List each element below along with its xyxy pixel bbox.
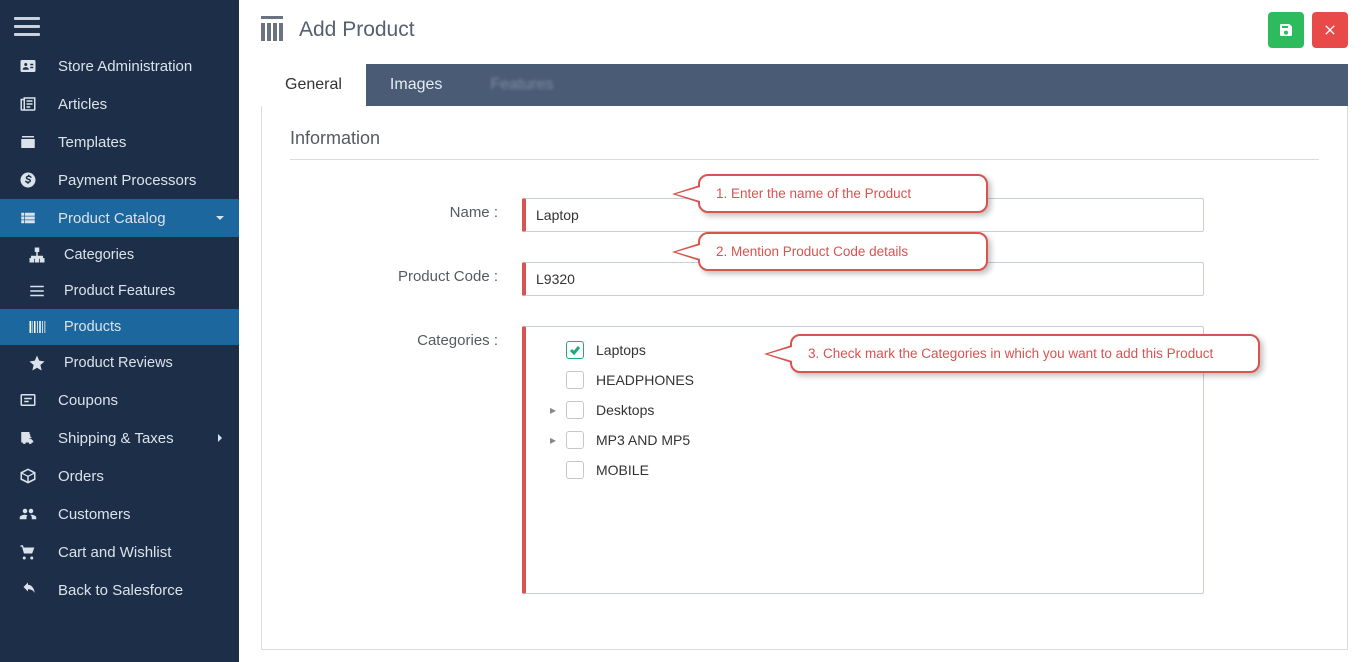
categories-label: Categories : — [290, 326, 522, 349]
sidebar-item-label: Shipping & Taxes — [58, 430, 174, 447]
close-button[interactable] — [1312, 12, 1348, 48]
hamburger-menu[interactable] — [0, 0, 239, 47]
sidebar-item-products[interactable]: Products — [0, 309, 239, 345]
tab-features[interactable]: Features — [466, 64, 577, 106]
sidebar: Store Administration Articles Templates Pay… — [0, 0, 239, 662]
callout-2-text: 2. Mention Product Code details — [716, 244, 908, 259]
page-title: Add Product — [299, 18, 415, 42]
category-checkbox[interactable] — [566, 401, 584, 419]
star-icon — [28, 354, 46, 372]
section-title: Information — [290, 128, 1319, 160]
category-label: MP3 AND MP5 — [596, 432, 690, 448]
sidebar-item-label: Categories — [64, 247, 134, 263]
back-arrow-icon — [18, 580, 38, 600]
category-checkbox[interactable] — [566, 461, 584, 479]
sidebar-item-label: Coupons — [58, 392, 118, 409]
callout-1-text: 1. Enter the name of the Product — [716, 186, 911, 201]
box-icon — [18, 466, 38, 486]
sidebar-item-label: Product Features — [64, 283, 175, 299]
form-content: Information Name : Product Code : Catego… — [261, 106, 1348, 650]
header-actions — [1268, 12, 1348, 48]
sidebar-item-orders[interactable]: Orders — [0, 457, 239, 495]
sidebar-item-label: Cart and Wishlist — [58, 544, 171, 561]
tab-images[interactable]: Images — [366, 64, 466, 106]
category-item: HEADPHONES — [546, 371, 1189, 389]
callout-3: 3. Check mark the Categories in which yo… — [790, 334, 1260, 373]
sidebar-item-label: Customers — [58, 506, 131, 523]
sitemap-icon — [28, 246, 46, 264]
barcode-icon — [261, 19, 289, 41]
sidebar-item-cart-and-wishlist[interactable]: Cart and Wishlist — [0, 533, 239, 571]
callout-2: 2. Mention Product Code details — [698, 232, 988, 271]
sidebar-item-categories[interactable]: Categories — [0, 237, 239, 273]
money-icon — [18, 170, 38, 190]
sidebar-item-label: Products — [64, 319, 121, 335]
callout-3-text: 3. Check mark the Categories in which yo… — [808, 346, 1213, 361]
tab-strip: GeneralImagesFeatures — [261, 64, 1348, 106]
callout-1: 1. Enter the name of the Product — [698, 174, 988, 213]
ticket-icon — [18, 390, 38, 410]
category-item: ▸ MP3 AND MP5 — [546, 431, 1189, 449]
sidebar-item-product-features[interactable]: Product Features — [0, 273, 239, 309]
archive-icon — [18, 132, 38, 152]
sidebar-item-product-catalog[interactable]: Product Catalog — [0, 199, 239, 237]
truck-icon — [18, 428, 38, 448]
category-label: MOBILE — [596, 462, 649, 478]
nav-list: Store Administration Articles Templates Pay… — [0, 47, 239, 609]
sidebar-item-label: Payment Processors — [58, 172, 196, 189]
sidebar-item-articles[interactable]: Articles — [0, 85, 239, 123]
category-item: MOBILE — [546, 461, 1189, 479]
save-button[interactable] — [1268, 12, 1304, 48]
sidebar-item-product-reviews[interactable]: Product Reviews — [0, 345, 239, 381]
newspaper-icon — [18, 94, 38, 114]
sidebar-item-label: Templates — [58, 134, 126, 151]
category-checkbox[interactable] — [566, 341, 584, 359]
chevron-down-icon — [215, 210, 225, 227]
expand-toggle[interactable]: ▸ — [546, 433, 560, 447]
cart-icon — [18, 542, 38, 562]
sidebar-item-label: Articles — [58, 96, 107, 113]
tab-general[interactable]: General — [261, 64, 366, 106]
category-checkbox[interactable] — [566, 371, 584, 389]
chevron-right-icon — [215, 430, 225, 447]
sidebar-item-customers[interactable]: Customers — [0, 495, 239, 533]
sidebar-item-templates[interactable]: Templates — [0, 123, 239, 161]
sidebar-item-payment-processors[interactable]: Payment Processors — [0, 161, 239, 199]
sidebar-item-label: Back to Salesforce — [58, 582, 183, 599]
barcode-icon — [28, 318, 46, 336]
page-header: Add Product — [261, 12, 1348, 48]
id-card-icon — [18, 56, 38, 76]
name-label: Name : — [290, 198, 522, 221]
users-icon — [18, 504, 38, 524]
list-lines-icon — [28, 282, 46, 300]
category-checkbox[interactable] — [566, 431, 584, 449]
sidebar-item-shipping-taxes[interactable]: Shipping & Taxes — [0, 419, 239, 457]
category-label: HEADPHONES — [596, 372, 694, 388]
sidebar-item-label: Orders — [58, 468, 104, 485]
category-label: Laptops — [596, 342, 646, 358]
main-content: Add Product GeneralImagesFeatures Inform… — [239, 0, 1366, 662]
sidebar-item-back-to-salesforce[interactable]: Back to Salesforce — [0, 571, 239, 609]
code-label: Product Code : — [290, 262, 522, 285]
sidebar-item-label: Product Reviews — [64, 355, 173, 371]
category-item: ▸ Desktops — [546, 401, 1189, 419]
sidebar-item-store-administration[interactable]: Store Administration — [0, 47, 239, 85]
sidebar-item-label: Store Administration — [58, 58, 192, 75]
sidebar-item-label: Product Catalog — [58, 210, 166, 227]
catalog-icon — [18, 208, 38, 228]
expand-toggle[interactable]: ▸ — [546, 403, 560, 417]
category-label: Desktops — [596, 402, 654, 418]
sidebar-item-coupons[interactable]: Coupons — [0, 381, 239, 419]
